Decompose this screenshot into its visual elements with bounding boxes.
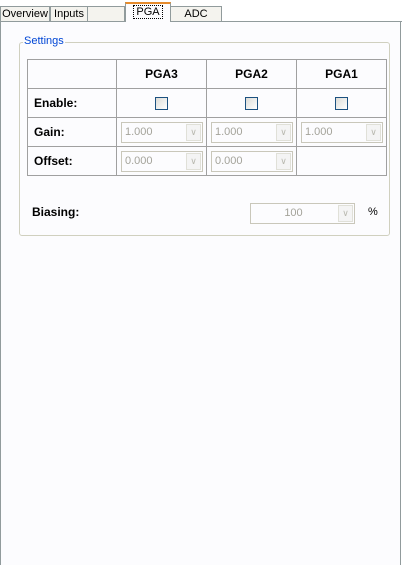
chevron-down-icon[interactable]: ∨ bbox=[366, 123, 381, 141]
enable-checkbox-pga1[interactable] bbox=[335, 96, 348, 110]
tab-overview[interactable]: Overview bbox=[0, 6, 50, 21]
gain-value-pga1: 1.000 bbox=[305, 125, 333, 138]
biasing-value: 100 bbox=[284, 207, 303, 219]
enable-checkbox-pga2[interactable] bbox=[245, 96, 258, 110]
gain-combo-pga2[interactable]: 1.000 ∨ bbox=[211, 121, 293, 143]
column-header-pga3: PGA3 bbox=[116, 59, 207, 89]
chevron-down-icon[interactable]: ∨ bbox=[186, 123, 201, 141]
gain-row: Gain: 1.000 ∨ 1.000 ∨ 1.000 ∨ bbox=[27, 117, 387, 147]
offset-row: Offset: 0.000 ∨ 0.000 ∨ bbox=[27, 146, 387, 176]
gain-value-pga3: 1.000 bbox=[125, 125, 153, 138]
tab-strip: Overview Inputs PGA ADC bbox=[0, 0, 402, 22]
tab-inputs[interactable]: Inputs bbox=[50, 6, 88, 21]
gain-combo-pga3[interactable]: 1.000 ∨ bbox=[121, 121, 203, 143]
tab-gap-placeholder bbox=[88, 6, 125, 21]
gain-cell-pga3: 1.000 ∨ bbox=[116, 117, 207, 147]
column-header-pga1: PGA1 bbox=[296, 59, 387, 89]
tab-pga-label: PGA bbox=[133, 5, 163, 19]
chevron-down-icon[interactable]: ∨ bbox=[276, 123, 291, 141]
offset-cell-pga2: 0.000 ∨ bbox=[206, 146, 297, 176]
settings-group-title: Settings bbox=[23, 35, 65, 48]
table-corner-cell bbox=[27, 59, 117, 89]
biasing-unit: % bbox=[368, 206, 378, 218]
enable-checkbox-pga3[interactable] bbox=[155, 96, 168, 110]
chevron-down-icon[interactable]: ∨ bbox=[338, 205, 353, 222]
offset-combo-pga2[interactable]: 0.000 ∨ bbox=[211, 150, 293, 172]
column-header-pga2: PGA2 bbox=[206, 59, 297, 89]
tab-pga[interactable]: PGA bbox=[125, 2, 171, 22]
enable-cell-pga1 bbox=[296, 88, 387, 118]
gain-label: Gain: bbox=[27, 117, 117, 147]
gain-value-pga2: 1.000 bbox=[215, 125, 243, 138]
chevron-down-icon[interactable]: ∨ bbox=[276, 152, 291, 170]
enable-cell-pga3 bbox=[116, 88, 207, 118]
offset-cell-pga1-empty bbox=[296, 146, 387, 176]
gain-combo-pga1[interactable]: 1.000 ∨ bbox=[301, 121, 383, 143]
offset-cell-pga3: 0.000 ∨ bbox=[116, 146, 207, 176]
offset-value-pga2: 0.000 bbox=[215, 154, 243, 167]
settings-table: PGA3 PGA2 PGA1 Enable: Gain: 1.000 ∨ 1.00… bbox=[27, 59, 387, 176]
gain-cell-pga2: 1.000 ∨ bbox=[206, 117, 297, 147]
biasing-label: Biasing: bbox=[32, 205, 80, 219]
enable-row: Enable: bbox=[27, 88, 387, 118]
offset-value-pga3: 0.000 bbox=[125, 154, 153, 167]
tab-adc[interactable]: ADC bbox=[170, 6, 222, 21]
enable-cell-pga2 bbox=[206, 88, 297, 118]
offset-combo-pga3[interactable]: 0.000 ∨ bbox=[121, 150, 203, 172]
chevron-down-icon[interactable]: ∨ bbox=[186, 152, 201, 170]
biasing-combo[interactable]: 100 ∨ bbox=[250, 203, 355, 224]
table-header-row: PGA3 PGA2 PGA1 bbox=[27, 59, 387, 89]
enable-label: Enable: bbox=[27, 88, 117, 118]
gain-cell-pga1: 1.000 ∨ bbox=[296, 117, 387, 147]
offset-label: Offset: bbox=[27, 146, 117, 176]
